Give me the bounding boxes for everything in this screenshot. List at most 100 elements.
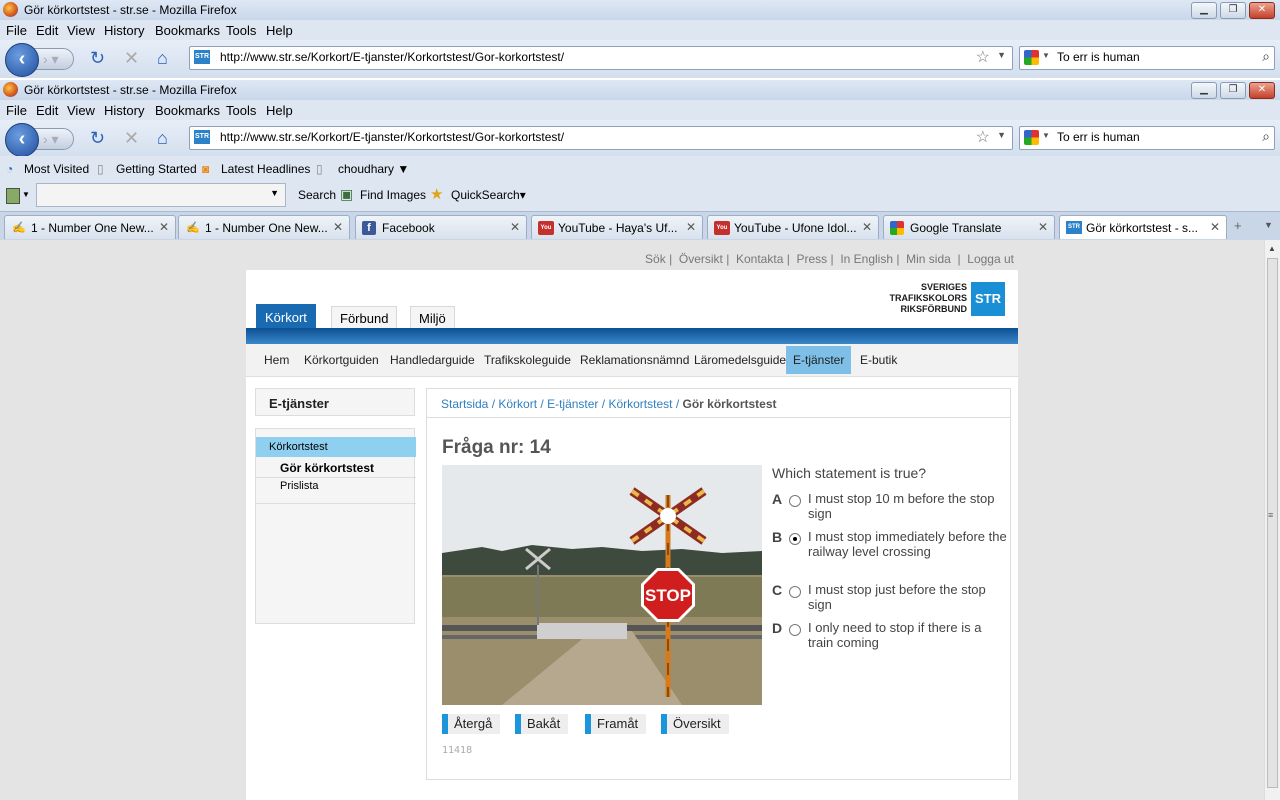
link-in-english[interactable]: In English	[840, 252, 893, 266]
outer-maximize-button[interactable]: ❐	[1220, 2, 1246, 19]
subnav-laromedelsguide[interactable]: Läromedelsguide	[688, 351, 792, 369]
google-engine-icon[interactable]	[1024, 50, 1039, 65]
subnav-handledarguide[interactable]: Handledarguide	[384, 351, 481, 369]
tab-number-one-news-1[interactable]: ✍ 1 - Number One New... ✕	[4, 215, 176, 239]
tab-close-icon[interactable]: ✕	[159, 220, 169, 234]
url-bar[interactable]: STR http://www.str.se/Korkort/E-tjanster…	[189, 126, 1013, 150]
home-icon[interactable]: ⌂	[157, 128, 168, 148]
link-press[interactable]: Press	[797, 252, 828, 266]
subnav-e-tjanster[interactable]: E-tjänster	[786, 346, 852, 374]
link-oversikt[interactable]: Översikt	[679, 252, 723, 266]
menu-tools[interactable]: Tools	[226, 103, 256, 118]
search-magnifier-icon[interactable]: ⌕	[1262, 128, 1270, 145]
toolbar-dropdown-icon[interactable]: ▼	[22, 190, 30, 199]
crumb-e-tjanster[interactable]: E-tjänster	[547, 397, 598, 411]
outer-menu-bookmarks[interactable]: Bookmarks	[155, 23, 220, 38]
toolbar-search-button[interactable]: Search	[298, 188, 336, 202]
search-box[interactable]: ▼ To err is human ⌕	[1019, 126, 1275, 150]
bookmark-most-visited[interactable]: Most Visited	[24, 162, 89, 176]
bookmark-getting-started[interactable]: Getting Started	[116, 162, 197, 176]
sidebar-item-korkortstest[interactable]: Körkortstest	[256, 437, 416, 457]
menu-edit[interactable]: Edit	[36, 103, 58, 118]
link-min-sida[interactable]: Min sida	[906, 252, 951, 266]
crumb-startsida[interactable]: Startsida	[441, 397, 488, 411]
outer-home-icon[interactable]: ⌂	[157, 48, 168, 68]
outer-url-bar[interactable]: STR http://www.str.se/Korkort/E-tjanster…	[189, 46, 1013, 70]
scroll-thumb[interactable]	[1267, 258, 1278, 788]
tab-close-icon[interactable]: ✕	[333, 220, 343, 234]
subnav-e-butik[interactable]: E-butik	[854, 351, 903, 369]
outer-menu-tools[interactable]: Tools	[226, 23, 256, 38]
menu-bookmarks[interactable]: Bookmarks	[155, 103, 220, 118]
minimize-button[interactable]: ▁	[1191, 82, 1217, 99]
maximize-button[interactable]: ❐	[1220, 82, 1246, 99]
menu-file[interactable]: File	[6, 103, 27, 118]
str-logo-icon[interactable]: STR	[971, 282, 1005, 316]
quicksearch-button[interactable]: QuickSearch▾	[451, 188, 526, 202]
framat-button[interactable]: Framåt	[585, 714, 647, 734]
url-dropdown-icon[interactable]: ▼	[997, 130, 1006, 140]
sidebar-item-gor-korkortstest[interactable]: Gör körkortstest	[280, 461, 374, 475]
answer-b-radio[interactable]	[789, 533, 801, 545]
tab-close-icon[interactable]: ✕	[862, 220, 872, 234]
search-magnifier-icon[interactable]: ⌕	[1262, 48, 1270, 65]
tab-close-icon[interactable]: ✕	[1210, 220, 1220, 234]
outer-stop-icon[interactable]: ✕	[124, 48, 139, 68]
tab-youtube-ufone[interactable]: You YouTube - Ufone Idol... ✕	[707, 215, 879, 239]
answer-d[interactable]: D I only need to stop if there is a trai…	[772, 620, 1007, 652]
answer-a-radio[interactable]	[789, 495, 801, 507]
tab-close-icon[interactable]: ✕	[1038, 220, 1048, 234]
outer-reload-icon[interactable]: ↻	[90, 48, 105, 68]
subnav-hem[interactable]: Hem	[258, 351, 295, 369]
bookmark-latest-headlines[interactable]: Latest Headlines	[221, 162, 310, 176]
answer-c-radio[interactable]	[789, 586, 801, 598]
stop-icon[interactable]: ✕	[124, 128, 139, 148]
menu-view[interactable]: View	[67, 103, 95, 118]
menu-help[interactable]: Help	[266, 103, 293, 118]
outer-minimize-button[interactable]: ▁	[1191, 2, 1217, 19]
reload-icon[interactable]: ↻	[90, 128, 105, 148]
link-kontakta[interactable]: Kontakta	[736, 252, 783, 266]
outer-menu-help[interactable]: Help	[266, 23, 293, 38]
sidebar-item-prislista[interactable]: Prislista	[280, 480, 319, 492]
scroll-up-icon[interactable]: ▲	[1268, 244, 1276, 253]
answer-a[interactable]: A I must stop 10 m before the stop sign	[772, 491, 1007, 523]
bakat-button[interactable]: Bakåt	[515, 714, 569, 734]
back-button[interactable]: ‹	[5, 123, 39, 157]
engine-dropdown-icon[interactable]: ▼	[1042, 131, 1050, 140]
engine-dropdown-icon[interactable]: ▼	[1042, 51, 1050, 60]
tab-close-icon[interactable]: ✕	[686, 220, 696, 234]
answer-b[interactable]: B I must stop immediately before the rai…	[772, 529, 1007, 575]
oversikt-button[interactable]: Översikt	[661, 714, 729, 734]
bookmark-star-icon[interactable]: ☆	[976, 47, 990, 67]
bookmark-star-icon[interactable]: ☆	[976, 127, 990, 147]
answer-c[interactable]: C I must stop just before the stop sign	[772, 582, 1007, 614]
tab-korkort[interactable]: Körkort	[256, 304, 316, 331]
outer-back-button[interactable]: ‹	[5, 43, 39, 77]
combo-dropdown-icon[interactable]: ▼	[270, 188, 279, 198]
atergå-button[interactable]: Återgå	[442, 714, 501, 734]
subnav-korkortguiden[interactable]: Körkortguiden	[298, 351, 385, 369]
outer-menu-view[interactable]: View	[67, 23, 95, 38]
tab-google-translate[interactable]: Google Translate ✕	[883, 215, 1055, 239]
close-button[interactable]: ✕	[1249, 82, 1275, 99]
menu-history[interactable]: History	[104, 103, 144, 118]
tab-facebook[interactable]: f Facebook ✕	[355, 215, 527, 239]
link-logga-ut[interactable]: Logga ut	[967, 252, 1014, 266]
vertical-scrollbar[interactable]: ▲ ≡	[1264, 240, 1280, 800]
outer-menu-history[interactable]: History	[104, 23, 144, 38]
toolbar-search-combo[interactable]: ▼	[36, 183, 286, 207]
forward-button[interactable]: › ▾	[34, 128, 74, 150]
subnav-trafikskoleguide[interactable]: Trafikskoleguide	[478, 351, 577, 369]
tab-list-icon[interactable]: ▼	[1264, 220, 1273, 230]
outer-menu-file[interactable]: File	[6, 23, 27, 38]
film-icon[interactable]	[6, 188, 20, 204]
link-sok[interactable]: Sök	[645, 252, 666, 266]
outer-search-box[interactable]: ▼ To err is human ⌕	[1019, 46, 1275, 70]
crumb-korkort[interactable]: Körkort	[498, 397, 537, 411]
new-tab-icon[interactable]: +	[1234, 218, 1242, 233]
crumb-korkortstest[interactable]: Körkortstest	[608, 397, 672, 411]
find-images-button[interactable]: Find Images	[360, 188, 426, 202]
outer-close-button[interactable]: ✕	[1249, 2, 1275, 19]
answer-d-radio[interactable]	[789, 624, 801, 636]
